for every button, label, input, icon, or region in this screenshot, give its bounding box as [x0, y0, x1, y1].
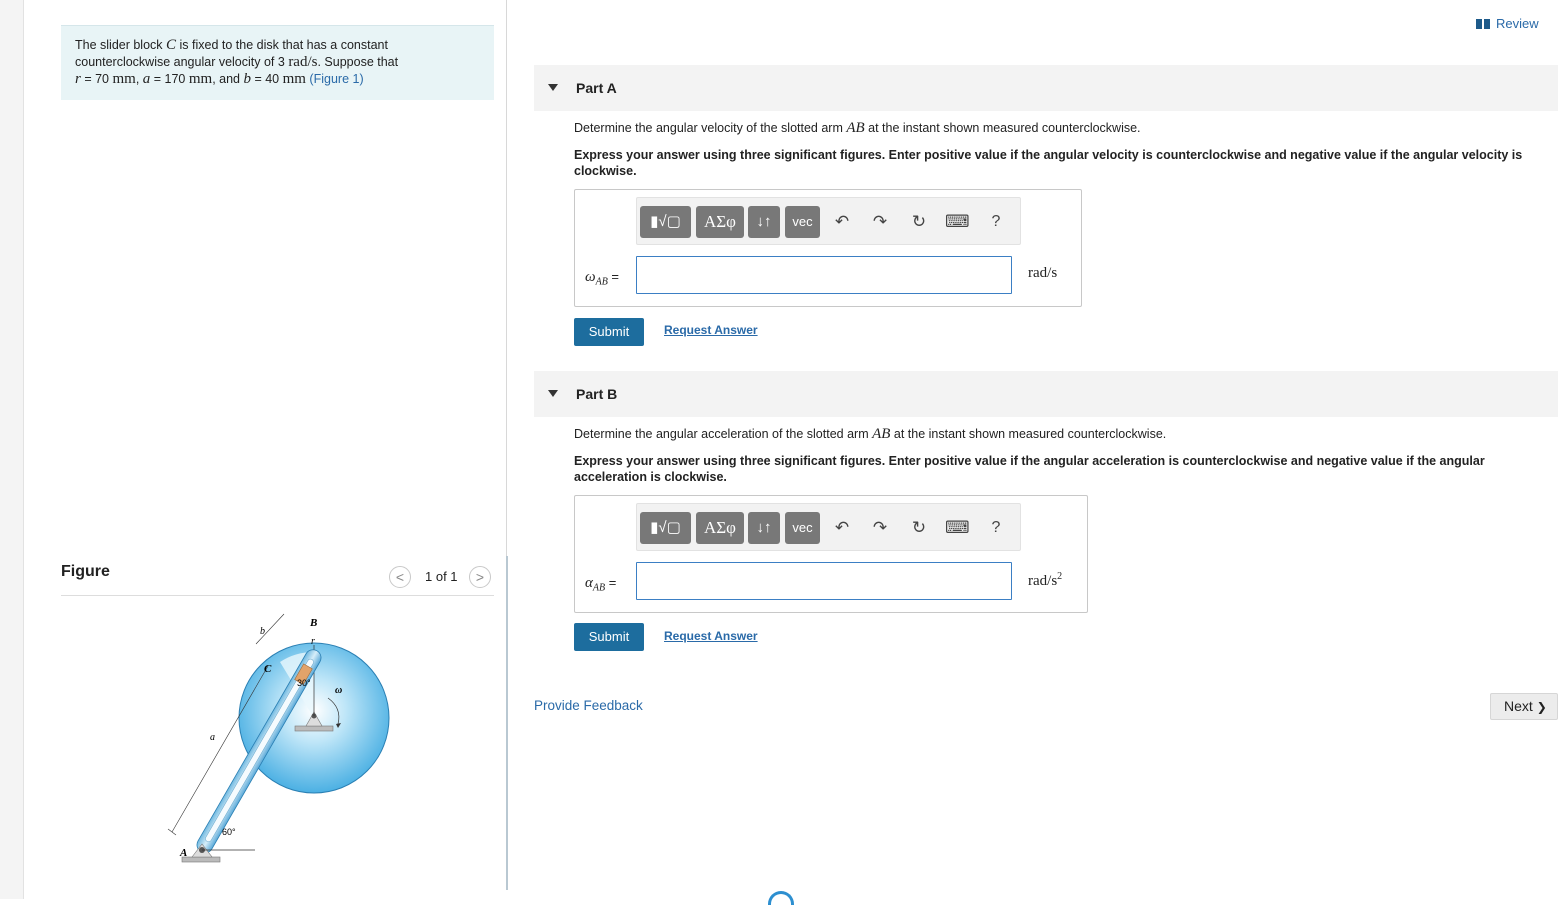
part-b-unit: rad/s2	[1028, 571, 1063, 589]
figure-link[interactable]: (Figure 1)	[309, 72, 363, 86]
label-b-point: B	[309, 617, 317, 629]
reset-icon[interactable]: ↻	[907, 208, 931, 236]
templates-button[interactable]: ▮√▢	[640, 206, 691, 238]
part-a-request-answer-link[interactable]: Request Answer	[664, 323, 758, 337]
part-b-request-answer-link[interactable]: Request Answer	[664, 629, 758, 643]
label-omega: ω	[335, 685, 342, 696]
vec-button[interactable]: vec	[785, 512, 820, 544]
symbols-button[interactable]: ΑΣφ	[696, 512, 744, 544]
keyboard-icon[interactable]: ⌨	[945, 208, 970, 236]
subscript-button[interactable]: ↓↑	[748, 206, 780, 238]
problem-text: The slider block	[75, 38, 167, 52]
label-a-length: a	[210, 732, 215, 743]
part-b-math-toolbar: ▮√▢ ΑΣφ ↓↑ vec ↶ ↷ ↻ ⌨ ?	[636, 503, 1021, 551]
figure-pager-text: 1 of 1	[425, 569, 458, 584]
help-icon[interactable]: ?	[984, 208, 1008, 236]
label-angle-30: 30°	[297, 678, 311, 688]
templates-button[interactable]: ▮√▢	[640, 512, 691, 544]
part-a-question: Determine the angular velocity of the sl…	[574, 120, 1141, 136]
part-a-instruction: Express your answer using three signific…	[574, 148, 1523, 178]
part-a-variable-label: ωAB =	[585, 269, 620, 288]
collapse-caret-icon[interactable]	[548, 84, 558, 91]
symbols-button[interactable]: ΑΣφ	[696, 206, 744, 238]
label-b-length: b	[260, 626, 265, 637]
reset-icon[interactable]: ↻	[907, 514, 931, 542]
part-a-title: Part A	[576, 80, 617, 96]
figure-next-button[interactable]: >	[469, 566, 491, 588]
left-gutter	[0, 0, 24, 899]
part-a-unit: rad/s	[1028, 265, 1058, 281]
omega-unit: rad/s	[288, 54, 318, 70]
review-label: Review	[1496, 16, 1539, 31]
part-b-variable-label: αAB =	[585, 575, 617, 594]
problem-statement: The slider block C is fixed to the disk …	[61, 25, 494, 100]
label-angle-60: 60°	[222, 827, 236, 837]
redo-icon[interactable]: ↷	[868, 514, 892, 542]
subscript-button[interactable]: ↓↑	[748, 512, 780, 544]
provide-feedback-link[interactable]: Provide Feedback	[534, 698, 643, 713]
var-c: C	[166, 37, 177, 53]
part-a-answer-input[interactable]	[636, 256, 1012, 294]
loading-spinner-icon	[768, 891, 794, 905]
chevron-right-icon: ❯	[1536, 700, 1547, 714]
part-b-answer-box: ▮√▢ ΑΣφ ↓↑ vec ↶ ↷ ↻ ⌨ ? αAB = rad/s2	[574, 495, 1088, 613]
figure-title: Figure	[61, 563, 110, 580]
part-a-answer-box: ▮√▢ ΑΣφ ↓↑ vec ↶ ↷ ↻ ⌨ ? ωAB = rad/s	[574, 189, 1082, 307]
label-a-point: A	[179, 847, 187, 859]
part-a-math-toolbar: ▮√▢ ΑΣφ ↓↑ vec ↶ ↷ ↻ ⌨ ?	[636, 197, 1021, 245]
part-b-question: Determine the angular acceleration of th…	[574, 426, 1167, 442]
part-a-submit-button[interactable]: Submit	[574, 318, 644, 346]
label-r: r	[311, 636, 315, 647]
undo-icon[interactable]: ↶	[830, 208, 854, 236]
label-c-point: C	[264, 663, 272, 675]
redo-icon[interactable]: ↷	[868, 208, 892, 236]
mechanism-figure: A B C a b r ω 30° 60°	[167, 613, 390, 863]
next-button[interactable]: Next ❯	[1490, 693, 1558, 720]
part-b-instruction: Express your answer using three signific…	[574, 454, 1485, 484]
keyboard-icon[interactable]: ⌨	[945, 514, 970, 542]
part-a-header[interactable]: Part A	[534, 65, 1558, 111]
figure-prev-button[interactable]: <	[389, 566, 411, 588]
review-icon	[1476, 19, 1490, 29]
help-icon[interactable]: ?	[984, 514, 1008, 542]
collapse-caret-icon[interactable]	[548, 390, 558, 397]
part-b-title: Part B	[576, 386, 618, 402]
part-b-submit-button[interactable]: Submit	[574, 623, 644, 651]
review-link[interactable]: Review	[1476, 16, 1539, 31]
part-b-header[interactable]: Part B	[534, 371, 1558, 417]
part-b-answer-input[interactable]	[636, 562, 1012, 600]
panel-resize-handle[interactable]	[506, 556, 508, 890]
figure-header: Figure < 1 of 1 >	[61, 560, 494, 596]
var-b: b	[243, 71, 251, 87]
undo-icon[interactable]: ↶	[830, 514, 854, 542]
vec-button[interactable]: vec	[785, 206, 820, 238]
